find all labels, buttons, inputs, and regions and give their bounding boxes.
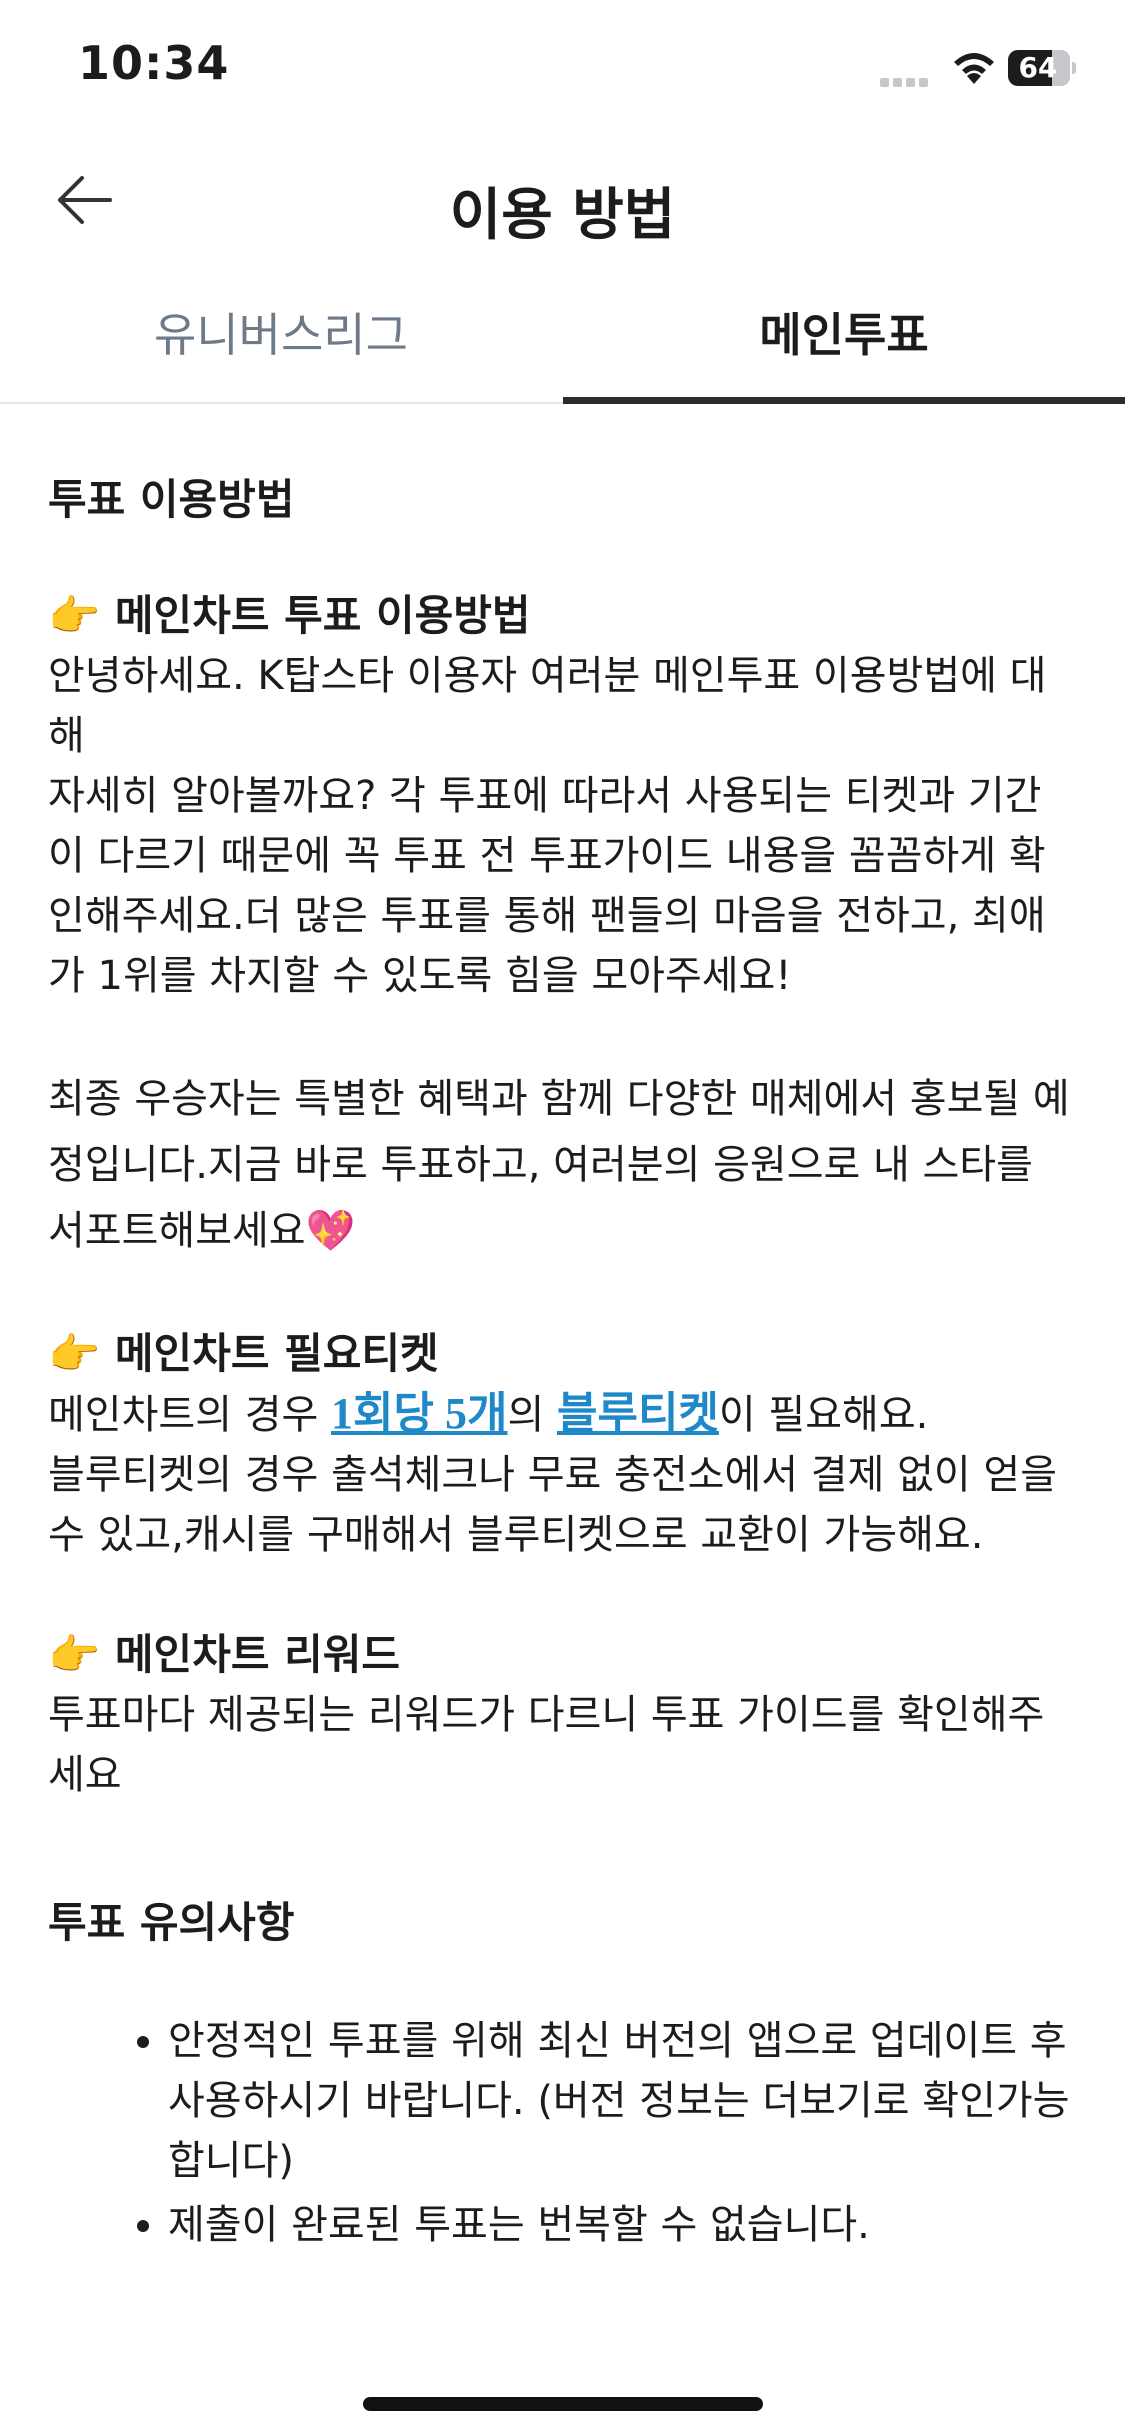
- text: 이 필요해요.: [718, 1392, 929, 1438]
- paragraph: 최종 우승자는 특별한 혜택과 함께 다양한 매체에서 홍보될 예정입니다.지금…: [48, 1076, 1070, 1254]
- guide-content: 투표 이용방법 👉 메인차트 투표 이용방법 안녕하세요. K탑스타 이용자 여…: [48, 470, 1078, 2259]
- list-item: 제출이 완료된 투표는 번복할 수 없습니다.: [168, 2195, 1078, 2255]
- blue-ticket-link[interactable]: 블루티켓: [557, 1389, 719, 1438]
- tab-universe-league[interactable]: 유니버스리그: [0, 280, 562, 402]
- battery-level: 64: [1018, 51, 1058, 84]
- heading-required-ticket: 👉 메인차트 필요티켓: [48, 1329, 439, 1378]
- status-time: 10:34: [78, 36, 230, 90]
- section-vote-method: 👉 메인차트 투표 이용방법 안녕하세요. K탑스타 이용자 여러분 메인투표 …: [48, 586, 1078, 1006]
- heading-vote-method: 👉 메인차트 투표 이용방법: [48, 591, 531, 640]
- section-winner-info: 최종 우승자는 특별한 혜택과 함께 다양한 매체에서 홍보될 예정입니다.지금…: [48, 1066, 1078, 1264]
- active-tab-indicator: [563, 397, 1125, 404]
- per-vote-link[interactable]: 1회당 5개: [331, 1389, 507, 1438]
- text: 의: [507, 1392, 557, 1438]
- wifi-icon: [954, 53, 994, 84]
- tab-main-vote[interactable]: 메인투표: [563, 280, 1125, 402]
- status-bar: 10:34 64: [0, 0, 1125, 140]
- tab-bar: 유니버스리그 메인투표: [0, 280, 1125, 404]
- screen: 10:34 64 이용 방법 유니버스리그 메인투표 투표 이용방법 👉 메인차…: [0, 0, 1125, 2436]
- cellular-signal-icon: [880, 72, 934, 87]
- page-title: 이용 방법: [449, 183, 676, 248]
- notice-title: 투표 유의사항: [48, 1898, 295, 1947]
- list-item: 안정적인 투표를 위해 최신 버전의 앱으로 업데이트 후 사용하시기 바랍니다…: [168, 2011, 1078, 2191]
- section-reward: 👉 메인차트 리워드 투표마다 제공되는 리워드가 다르니 투표 가이드를 확인…: [48, 1625, 1078, 1805]
- section-required-ticket: 👉 메인차트 필요티켓 메인차트의 경우 1회당 5개의 블루티켓이 필요해요.…: [48, 1324, 1078, 1565]
- text: 메인차트의 경우: [48, 1392, 332, 1438]
- section-title: 투표 이용방법: [48, 475, 295, 524]
- home-indicator: [363, 2397, 763, 2411]
- paragraph: 투표마다 제공되는 리워드가 다르니 투표 가이드를 확인해주세요: [48, 1692, 1045, 1798]
- notice-list: 안정적인 투표를 위해 최신 버전의 앱으로 업데이트 후 사용하시기 바랍니다…: [48, 2011, 1078, 2255]
- paragraph: 블루티켓의 경우 출석체크나 무료 충전소에서 결제 없이 얻을 수 있고,캐시…: [48, 1452, 1058, 1558]
- nav-bar: 이용 방법: [0, 140, 1125, 270]
- ticket-paragraph: 메인차트의 경우 1회당 5개의 블루티켓이 필요해요.: [48, 1384, 1078, 1445]
- heading-reward: 👉 메인차트 리워드: [48, 1630, 401, 1679]
- paragraph: 자세히 알아볼까요? 각 투표에 따라서 사용되는 티켓과 기간이 다르기 때문…: [48, 773, 1046, 999]
- battery-icon: 64: [1008, 50, 1076, 86]
- paragraph: 안녕하세요. K탑스타 이용자 여러분 메인투표 이용방법에 대해: [48, 653, 1047, 759]
